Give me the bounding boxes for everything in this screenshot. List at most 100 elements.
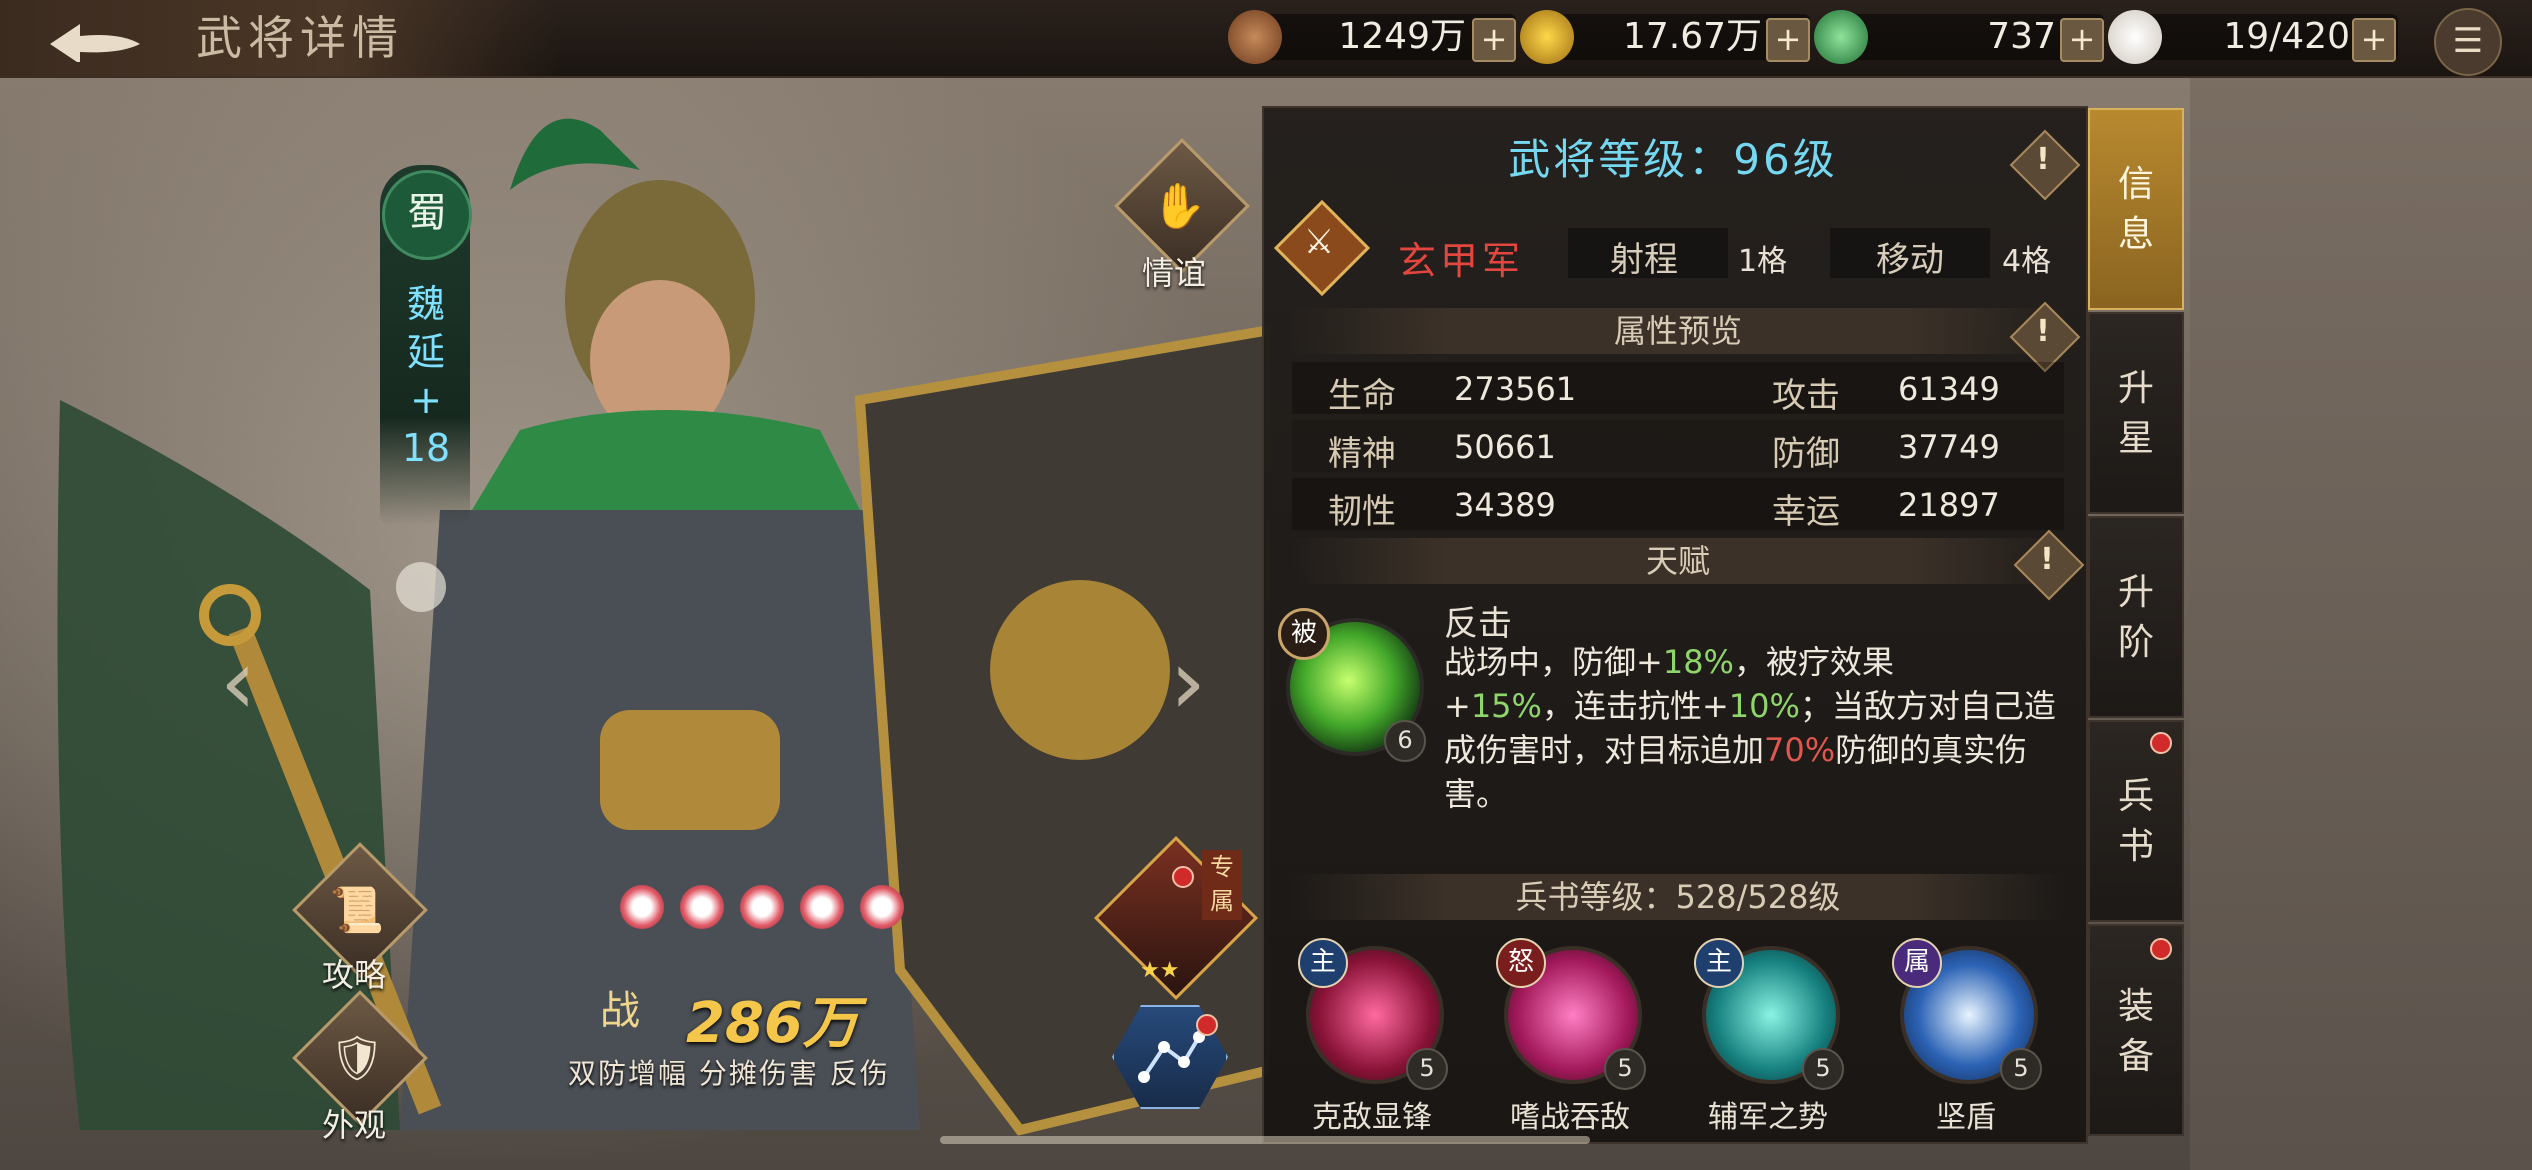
food-value: 19/420 (2223, 16, 2350, 57)
jade-value: 737 (1987, 16, 2056, 57)
talent-desc-text: ，被疗效果 (1733, 643, 1894, 681)
star-orb (740, 885, 784, 929)
book-section-bar: 兵书等级：528/528级 (1290, 874, 2066, 920)
book-section-title: 兵书等级：528/528级 (1515, 878, 1841, 916)
constellation-red-dot (1196, 1014, 1218, 1036)
move-label: 移动 (1876, 240, 1944, 280)
attr-label-toughness: 韧性 (1328, 492, 1396, 532)
general-name-char-1: 魏 (406, 282, 445, 326)
add-jade-button[interactable]: + (2060, 18, 2104, 62)
page-title: 武将详情 (196, 11, 404, 65)
add-copper-button[interactable]: + (1472, 18, 1516, 62)
tab-info[interactable]: 信 息 (2088, 108, 2184, 310)
tab-label-1: 信 (2117, 164, 2154, 205)
strategy-label: 攻略 (322, 956, 387, 994)
exclamation-icon: ! (2036, 142, 2050, 177)
military-book-red-dot (2150, 732, 2172, 754)
skill-badge: 怒 (1496, 938, 1546, 988)
attr-label-spirit: 精神 (1328, 434, 1396, 474)
exclusive-tag: 专 属 (1202, 850, 1242, 920)
coin-stack-icon (1228, 10, 1282, 64)
faction-seal: 蜀 (382, 170, 472, 260)
tab-star-up[interactable]: 升 星 (2088, 312, 2184, 514)
armor-icon: 🛡 (329, 1033, 385, 1084)
exclusive-tag-char-1: 专 (1210, 853, 1234, 881)
attr-section-title: 属性预览 (1613, 312, 1742, 350)
exclusive-stars: ★★ (1140, 958, 1180, 983)
talent-desc-value: 10% (1728, 687, 1800, 725)
attr-label-defense: 防御 (1772, 434, 1840, 474)
back-arrow-icon (50, 24, 140, 64)
skill-badge: 主 (1298, 938, 1348, 988)
attr-value-hp: 273561 (1454, 370, 1577, 408)
attr-value-luck: 21897 (1898, 486, 2000, 524)
bun-icon (2108, 10, 2162, 64)
talent-desc-text: ，连击抗性+ (1541, 687, 1729, 725)
talent-desc-text: + (1444, 687, 1471, 725)
attr-label-luck: 幸运 (1772, 492, 1840, 532)
add-gold-button[interactable]: + (1766, 18, 1810, 62)
menu-list-icon: ☰ (2452, 21, 2484, 61)
jade-disc-icon (1814, 10, 1868, 64)
skill-badge: 属 (1892, 938, 1942, 988)
power-badge: 战 (600, 988, 640, 1034)
exclusive-tag-char-2: 属 (1210, 887, 1234, 915)
exclamation-icon: ! (2040, 542, 2054, 577)
power-tags: 双防增幅 分摊伤害 反伤 (568, 1057, 890, 1090)
talent-passive-badge: 被 (1278, 608, 1330, 660)
general-name-char-2: 延 (406, 330, 445, 374)
talent-section-title: 天赋 (1645, 542, 1710, 580)
skill-level: 5 (1406, 1048, 1448, 1090)
star-orb (680, 885, 724, 929)
scroll-icon: 📜 (329, 885, 385, 936)
exclamation-icon: ! (2036, 314, 2050, 349)
general-portrait (57, 118, 1270, 1136)
handshake-icon: ✋ (1151, 181, 1207, 232)
tab-military-book[interactable]: 兵 书 (2088, 720, 2184, 922)
talent-name: 反击 (1444, 604, 1512, 644)
skill-level: 5 (2000, 1048, 2042, 1090)
attr-value-attack: 61349 (1898, 370, 2000, 408)
talent-desc-text: 战场中，防御+ (1444, 643, 1663, 681)
talent-section-bar: 天赋 (1290, 538, 2066, 584)
talent-desc-value: 70% (1764, 731, 1836, 769)
star-orb (620, 885, 664, 929)
skill-name: 坚盾 (1936, 1100, 1996, 1135)
lock-toggle[interactable] (396, 562, 446, 612)
tab-label-1: 升 (2117, 368, 2154, 409)
next-general-arrow[interactable]: › (1170, 630, 1206, 735)
skill-name: 嗜战吞敌 (1510, 1100, 1630, 1135)
gold-coin-icon (1520, 10, 1574, 64)
talent-desc-value: 18% (1662, 643, 1734, 681)
attr-label-hp: 生命 (1328, 376, 1396, 416)
friendship-label: 情谊 (1142, 254, 1207, 292)
general-name: 魏 延 + 18 (396, 280, 456, 472)
general-plus: + (410, 378, 442, 422)
menu-button[interactable]: ☰ (2434, 8, 2502, 76)
tab-label-2: 备 (2117, 1036, 2154, 1077)
skill-name: 克敌显锋 (1312, 1100, 1432, 1135)
tab-rank-up[interactable]: 升 阶 (2088, 516, 2184, 718)
home-indicator (940, 1136, 1590, 1144)
tab-label-2: 息 (2117, 214, 2154, 255)
prev-general-arrow[interactable]: ‹ (220, 630, 256, 735)
appearance-label: 外观 (322, 1106, 387, 1144)
star-orb (860, 885, 904, 929)
star-rank-row (620, 885, 920, 933)
skill-level: 5 (1802, 1048, 1844, 1090)
add-food-button[interactable]: + (2352, 18, 2396, 62)
exclusive-red-dot (1172, 866, 1194, 888)
back-button[interactable] (40, 14, 160, 64)
star-orb (800, 885, 844, 929)
tab-label-2: 书 (2117, 826, 2154, 867)
tab-label-2: 星 (2117, 418, 2154, 459)
skill-badge: 主 (1694, 938, 1744, 988)
right-background (2190, 70, 2532, 1170)
tab-label-1: 装 (2117, 986, 2154, 1027)
talent-level: 6 (1384, 720, 1426, 762)
attr-value-defense: 37749 (1898, 428, 2000, 466)
general-level-title: 武将等级：96级 (1508, 135, 1838, 184)
general-plus-level: 18 (401, 426, 451, 470)
tab-label-2: 阶 (2117, 622, 2154, 663)
talent-desc-value: 15% (1470, 687, 1542, 725)
